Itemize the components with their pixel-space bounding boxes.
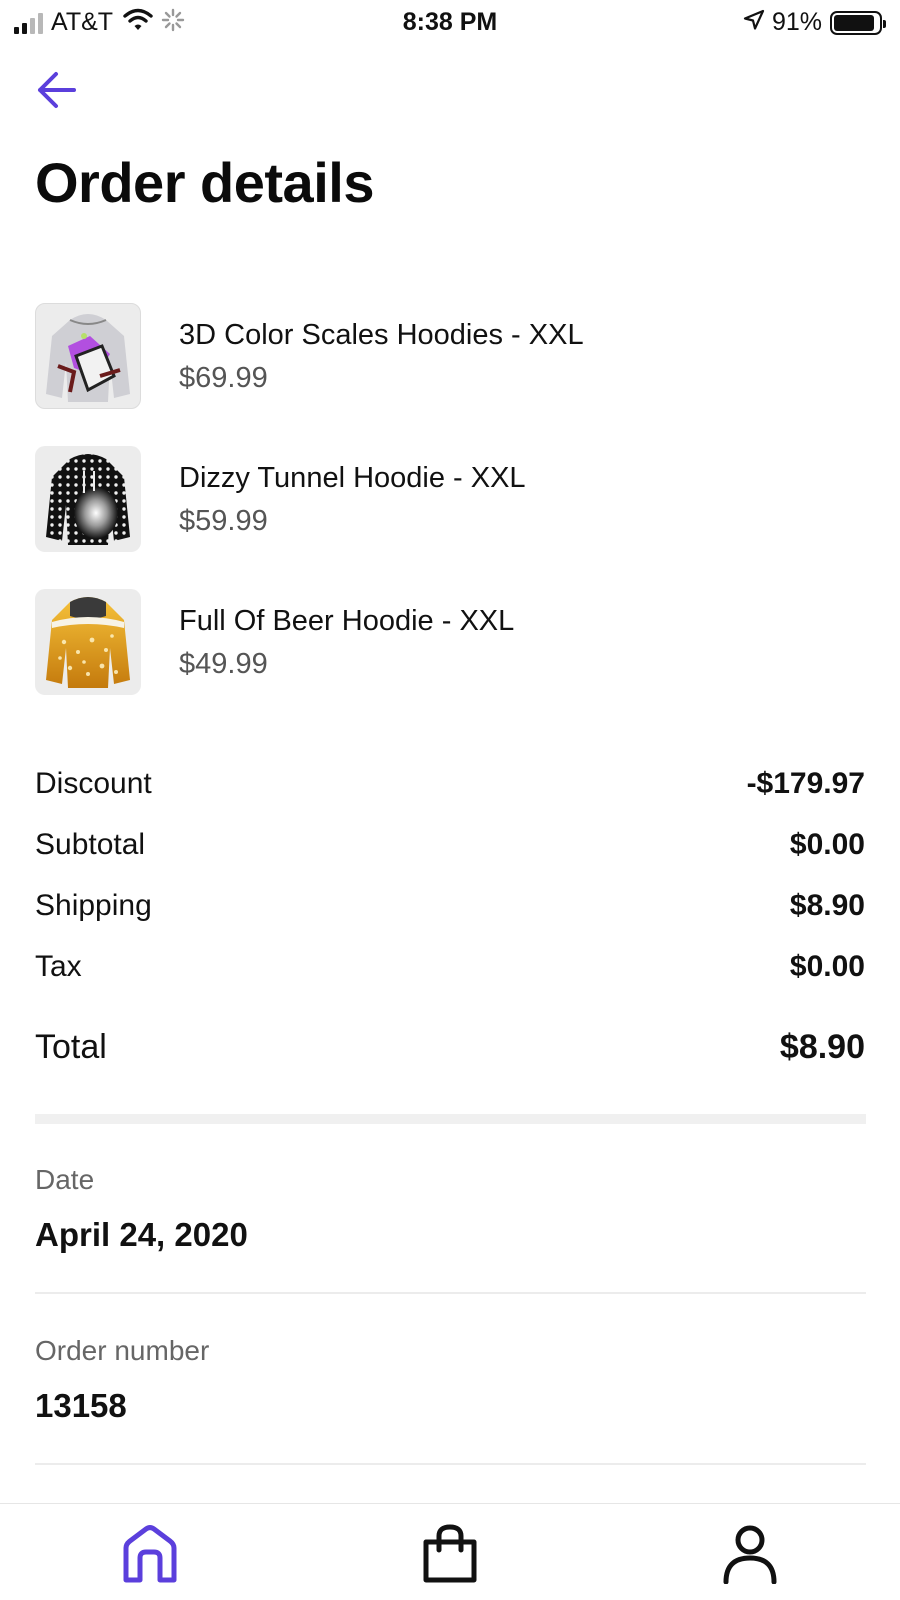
page-title: Order details [35, 151, 374, 214]
home-icon [123, 1525, 177, 1583]
order-number-section: Order number 13158 [35, 1335, 866, 1425]
subtotal-value: $0.00 [789, 827, 865, 861]
location-arrow-icon [742, 8, 766, 37]
discount-row: Discount -$179.97 [35, 753, 865, 814]
subtotal-row: Subtotal $0.00 [35, 814, 865, 875]
shopping-bag-icon [423, 1524, 477, 1583]
order-item-text: 3D Color Scales Hoodies - XXL $69.99 [179, 317, 584, 396]
order-item[interactable]: Dizzy Tunnel Hoodie - XXL $59.99 [35, 445, 865, 553]
battery-icon [830, 10, 886, 35]
item-price: $69.99 [179, 361, 268, 394]
item-name: 3D Color Scales Hoodies - XXL [179, 318, 584, 351]
tax-value: $0.00 [789, 949, 865, 983]
profile-icon [723, 1525, 777, 1584]
section-divider [35, 1114, 866, 1124]
nav-home[interactable] [118, 1522, 182, 1586]
order-item[interactable]: 3D Color Scales Hoodies - XXL $69.99 [35, 302, 865, 410]
shipping-value: $8.90 [789, 888, 865, 922]
item-price: $49.99 [179, 647, 268, 680]
item-price: $59.99 [179, 504, 268, 537]
date-value: April 24, 2020 [35, 1216, 248, 1253]
order-number-label: Order number [35, 1335, 210, 1366]
nav-profile[interactable] [718, 1522, 782, 1586]
discount-value: -$179.97 [746, 766, 865, 800]
tax-row: Tax $0.00 [35, 936, 865, 997]
subtotal-label: Subtotal [35, 827, 146, 861]
order-items-list: 3D Color Scales Hoodies - XXL $69.99 Diz… [35, 302, 865, 731]
shipping-label: Shipping [35, 888, 152, 922]
battery-percent: 91% [771, 8, 822, 36]
total-label: Total [35, 1028, 107, 1066]
tax-label: Tax [35, 949, 82, 983]
item-name: Full Of Beer Hoodie - XXL [179, 604, 515, 637]
discount-label: Discount [35, 766, 152, 800]
product-image [35, 303, 141, 409]
order-item[interactable]: Full Of Beer Hoodie - XXL $49.99 [35, 588, 865, 696]
item-name: Dizzy Tunnel Hoodie - XXL [179, 461, 526, 494]
order-summary: Discount -$179.97 Subtotal $0.00 Shippin… [35, 753, 865, 1078]
divider [35, 1463, 866, 1465]
bottom-navigation [0, 1503, 900, 1600]
back-button[interactable] [30, 64, 82, 116]
status-bar: AT&T 8:38 PM 91% [0, 0, 900, 44]
divider [35, 1292, 866, 1294]
total-row: Total $8.90 [35, 1017, 865, 1078]
order-item-text: Full Of Beer Hoodie - XXL $49.99 [179, 603, 514, 682]
status-right: 91% [742, 8, 886, 37]
total-value: $8.90 [779, 1028, 865, 1066]
back-arrow-icon [38, 72, 76, 108]
product-image [35, 446, 141, 552]
nav-shop[interactable] [418, 1522, 482, 1586]
date-label: Date [35, 1164, 95, 1195]
product-image [35, 589, 141, 695]
shipping-row: Shipping $8.90 [35, 875, 865, 936]
order-number-value: 13158 [35, 1387, 127, 1424]
order-item-text: Dizzy Tunnel Hoodie - XXL $59.99 [179, 460, 526, 539]
date-section: Date April 24, 2020 [35, 1164, 866, 1254]
